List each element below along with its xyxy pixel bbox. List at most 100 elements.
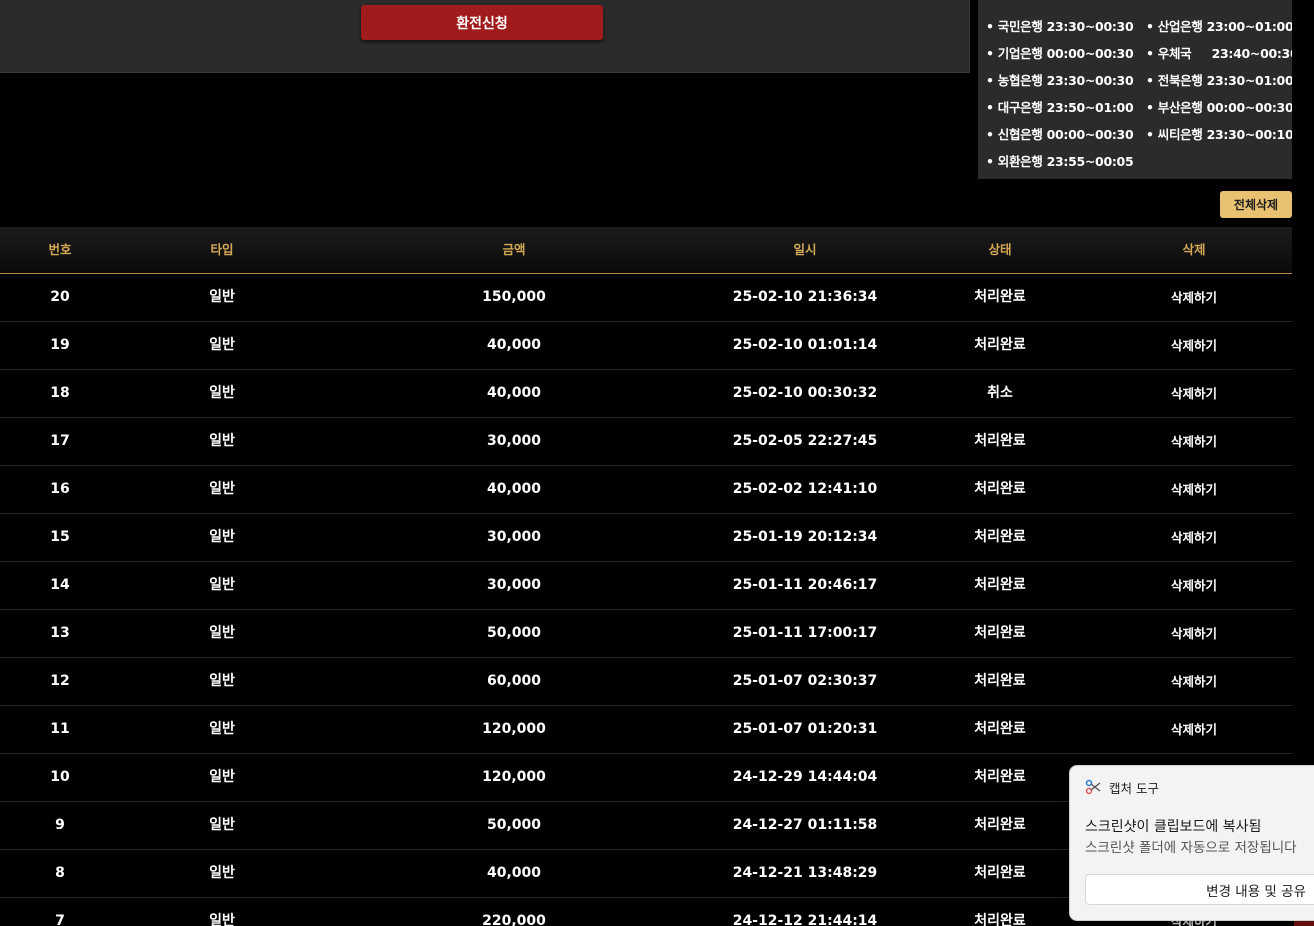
cell-datetime: 24-12-21 13:48:29: [732, 865, 878, 881]
header-status: 상태: [988, 242, 1012, 257]
cell-status: 처리완료: [974, 481, 1026, 497]
cell-number: 7: [55, 913, 65, 926]
cell-amount: 120,000: [482, 721, 546, 737]
snipping-tool-notification[interactable]: 캡처 도구 스크린샷이 클립보드에 복사됨 스크린샷 폴더에 자동으로 저장됩니…: [1069, 765, 1314, 921]
table-row: 18 일반 40,000 25-02-10 00:30:32 취소 삭제하기: [0, 370, 1292, 418]
cell-datetime: 25-01-07 01:20:31: [732, 721, 878, 737]
bank-maintenance-panel: • 국민은행 23:30~00:30 • 산업은행 23:00~01:00 • 기업…: [978, 0, 1292, 179]
delete-row-button[interactable]: 삭제하기: [1171, 322, 1217, 369]
bank-hours-item: • 국민은행 23:30~00:30: [986, 19, 1134, 34]
toast-body: 스크린샷 폴더에 자동으로 저장됩니다: [1085, 840, 1297, 856]
cell-status: 처리완료: [974, 289, 1026, 305]
cell-number: 12: [50, 673, 70, 689]
table-row: 13 일반 50,000 25-01-11 17:00:17 처리완료 삭제하기: [0, 610, 1292, 658]
header-number: 번호: [48, 242, 72, 257]
cell-type: 일반: [209, 865, 235, 881]
delete-row-button[interactable]: 삭제하기: [1171, 466, 1217, 513]
cell-datetime: 25-01-19 20:12:34: [732, 529, 878, 545]
cell-status: 처리완료: [974, 673, 1026, 689]
bank-hours-item: • 대구은행 23:50~01:00: [986, 100, 1134, 115]
cell-number: 16: [50, 481, 70, 497]
delete-row-button[interactable]: 삭제하기: [1171, 514, 1217, 561]
cell-status: 처리완료: [974, 337, 1026, 353]
exchange-request-button[interactable]: 환전신청: [361, 5, 603, 40]
cell-number: 13: [50, 625, 70, 641]
page: 환전신청 • 국민은행 23:30~00:30 • 산업은행 23:00~01:0…: [0, 0, 1314, 926]
cell-amount: 40,000: [486, 385, 542, 401]
cell-datetime: 25-02-10 00:30:32: [732, 385, 878, 401]
table-row: 17 일반 30,000 25-02-05 22:27:45 처리완료 삭제하기: [0, 418, 1292, 466]
cell-type: 일반: [209, 481, 235, 497]
cell-status: 처리완료: [974, 529, 1026, 545]
delete-row-button[interactable]: 삭제하기: [1171, 274, 1217, 321]
bank-hours-item: • 전북은행 23:30~01:00: [1146, 73, 1292, 88]
edit-and-share-button[interactable]: 변경 내용 및 공유: [1085, 874, 1314, 905]
toast-app-name: 캡처 도구: [1109, 781, 1159, 796]
delete-row-button[interactable]: 삭제하기: [1171, 418, 1217, 465]
cell-number: 9: [55, 817, 65, 833]
cell-status: 처리완료: [974, 577, 1026, 593]
cell-datetime: 25-02-02 12:41:10: [732, 481, 878, 497]
cell-status: 처리완료: [974, 817, 1026, 833]
cell-number: 14: [50, 577, 70, 593]
delete-all-button[interactable]: 전체삭제: [1220, 191, 1292, 218]
bank-hours-item: • 산업은행 23:00~01:00: [1146, 19, 1292, 34]
bank-hours-item: • 신협은행 00:00~00:30: [986, 127, 1134, 142]
table-row: 14 일반 30,000 25-01-11 20:46:17 처리완료 삭제하기: [0, 562, 1292, 610]
table-header: 번호 타입 금액 일시 상태 삭제: [0, 227, 1292, 274]
toast-title: 스크린샷이 클립보드에 복사됨: [1085, 819, 1262, 835]
cell-type: 일반: [209, 673, 235, 689]
snipping-tool-icon: [1085, 779, 1101, 795]
cell-amount: 40,000: [486, 337, 542, 353]
delete-row-button[interactable]: 삭제하기: [1171, 562, 1217, 609]
cell-type: 일반: [209, 769, 235, 785]
cell-type: 일반: [209, 529, 235, 545]
bank-hours-item: • 씨티은행 23:30~00:10: [1146, 127, 1292, 142]
cell-amount: 50,000: [486, 817, 542, 833]
cell-type: 일반: [209, 817, 235, 833]
cell-amount: 120,000: [482, 769, 546, 785]
cell-datetime: 24-12-29 14:44:04: [732, 769, 878, 785]
cell-type: 일반: [209, 385, 235, 401]
cell-status: 처리완료: [974, 913, 1026, 926]
cell-amount: 40,000: [486, 481, 542, 497]
cell-amount: 60,000: [486, 673, 542, 689]
cell-type: 일반: [209, 577, 235, 593]
cell-type: 일반: [209, 913, 235, 926]
cell-status: 처리완료: [974, 721, 1026, 737]
cell-type: 일반: [209, 433, 235, 449]
table-row: 16 일반 40,000 25-02-02 12:41:10 처리완료 삭제하기: [0, 466, 1292, 514]
table-row: 15 일반 30,000 25-01-19 20:12:34 처리완료 삭제하기: [0, 514, 1292, 562]
table-row: 19 일반 40,000 25-02-10 01:01:14 처리완료 삭제하기: [0, 322, 1292, 370]
cell-number: 11: [50, 721, 70, 737]
table-row: 20 일반 150,000 25-02-10 21:36:34 처리완료 삭제하기: [0, 274, 1292, 322]
delete-row-button[interactable]: 삭제하기: [1171, 610, 1217, 657]
cell-amount: 50,000: [486, 625, 542, 641]
header-delete: 삭제: [1182, 242, 1206, 257]
cell-number: 20: [50, 289, 70, 305]
delete-row-button[interactable]: 삭제하기: [1171, 706, 1217, 753]
cell-datetime: 25-01-11 20:46:17: [732, 577, 878, 593]
cell-type: 일반: [209, 289, 235, 305]
delete-row-button[interactable]: 삭제하기: [1171, 370, 1217, 417]
cell-datetime: 24-12-12 21:44:14: [732, 913, 878, 926]
cell-type: 일반: [209, 337, 235, 353]
delete-row-button[interactable]: 삭제하기: [1171, 658, 1217, 705]
cell-datetime: 25-01-07 02:30:37: [732, 673, 878, 689]
bank-hours-item: • 기업은행 00:00~00:30: [986, 46, 1134, 61]
bank-hours-item: • 농협은행 23:30~00:30: [986, 73, 1134, 88]
cell-datetime: 25-02-10 21:36:34: [732, 289, 878, 305]
bank-hours-item: • 외환은행 23:55~00:05: [986, 154, 1134, 169]
cell-amount: 40,000: [486, 865, 542, 881]
cell-status: 처리완료: [974, 433, 1026, 449]
cell-amount: 150,000: [482, 289, 546, 305]
cell-number: 15: [50, 529, 70, 545]
bank-hours-item: • 부산은행 00:00~00:30: [1146, 100, 1292, 115]
cell-amount: 30,000: [486, 433, 542, 449]
cell-number: 8: [55, 865, 65, 881]
bank-hours-item: • 우체국 23:40~00:30: [1146, 46, 1292, 61]
header-type: 타입: [210, 242, 234, 257]
cell-status: 처리완료: [974, 625, 1026, 641]
cell-type: 일반: [209, 625, 235, 641]
cell-number: 10: [50, 769, 70, 785]
